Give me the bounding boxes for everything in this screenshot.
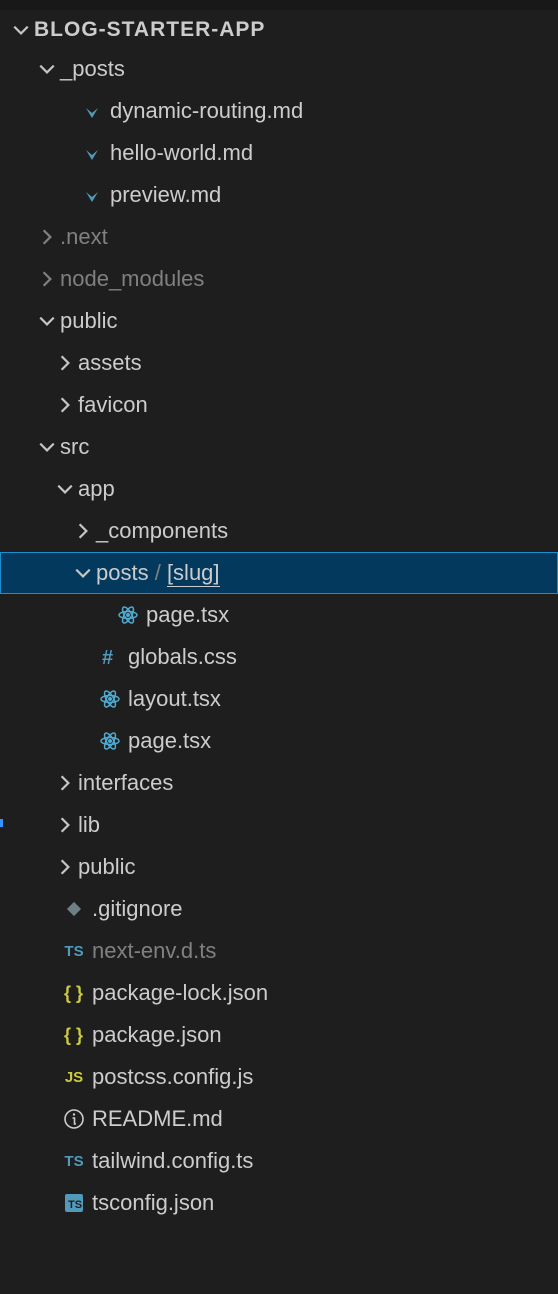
file-label: tsconfig.json: [92, 1190, 214, 1216]
chevron-right-icon: [34, 228, 60, 246]
folder-posts-slug[interactable]: posts / [slug]: [0, 552, 558, 594]
file-label: .gitignore: [92, 896, 183, 922]
file-label: dynamic-routing.md: [110, 98, 303, 124]
chevron-down-icon: [34, 60, 60, 78]
activity-bar-marker: [0, 819, 3, 827]
folder-label: assets: [78, 350, 142, 376]
file-page-app[interactable]: page.tsx: [0, 720, 558, 762]
file-readme[interactable]: README.md: [0, 1098, 558, 1140]
chevron-down-icon: [34, 438, 60, 456]
file-gitignore[interactable]: .gitignore: [0, 888, 558, 930]
file-page-slug[interactable]: page.tsx: [0, 594, 558, 636]
folder-label: app: [78, 476, 115, 502]
project-header[interactable]: BLOG-STARTER-APP: [0, 14, 558, 48]
chevron-right-icon: [52, 396, 78, 414]
tsconfig-icon: [60, 1192, 88, 1214]
chevron-right-icon: [52, 816, 78, 834]
file-label: next-env.d.ts: [92, 938, 216, 964]
file-label: package.json: [92, 1022, 222, 1048]
chevron-right-icon: [70, 522, 96, 540]
chevron-right-icon: [52, 354, 78, 372]
folder-favicon[interactable]: favicon: [0, 384, 558, 426]
file-label: README.md: [92, 1106, 223, 1132]
file-label: package-lock.json: [92, 980, 268, 1006]
folder-app[interactable]: app: [0, 468, 558, 510]
file-label: tailwind.config.ts: [92, 1148, 253, 1174]
file-globals-css[interactable]: globals.css: [0, 636, 558, 678]
file-hello-world[interactable]: hello-world.md: [0, 132, 558, 174]
file-label: preview.md: [110, 182, 221, 208]
folder-label: lib: [78, 812, 100, 838]
folder-label: .next: [60, 224, 108, 250]
folder-interfaces[interactable]: interfaces: [0, 762, 558, 804]
react-icon: [114, 604, 142, 626]
folder-posts[interactable]: _posts: [0, 48, 558, 90]
json-braces-icon: [60, 982, 88, 1004]
chevron-down-icon: [70, 564, 96, 582]
file-next-env[interactable]: TS next-env.d.ts: [0, 930, 558, 972]
file-preview[interactable]: preview.md: [0, 174, 558, 216]
chevron-down-icon: [34, 312, 60, 330]
diamond-icon: [60, 898, 88, 920]
folder-components[interactable]: _components: [0, 510, 558, 552]
folder-src[interactable]: src: [0, 426, 558, 468]
file-package-lock[interactable]: package-lock.json: [0, 972, 558, 1014]
folder-assets[interactable]: assets: [0, 342, 558, 384]
markdown-download-icon: [78, 100, 106, 122]
file-tailwind-config[interactable]: TS tailwind.config.ts: [0, 1140, 558, 1182]
markdown-download-icon: [78, 184, 106, 206]
project-name: BLOG-STARTER-APP: [34, 18, 265, 42]
markdown-download-icon: [78, 142, 106, 164]
file-label: postcss.config.js: [92, 1064, 253, 1090]
file-package-json[interactable]: package.json: [0, 1014, 558, 1056]
folder-label: favicon: [78, 392, 148, 418]
typescript-icon: TS: [60, 1153, 88, 1170]
folder-label: public: [60, 308, 117, 334]
chevron-down-icon: [8, 21, 34, 39]
folder-label: node_modules: [60, 266, 204, 292]
folder-label: _posts: [60, 56, 125, 82]
file-explorer: BLOG-STARTER-APP _posts dynamic-routing.…: [0, 10, 558, 1224]
chevron-right-icon: [52, 858, 78, 876]
folder-public[interactable]: public: [0, 300, 558, 342]
folder-label: interfaces: [78, 770, 173, 796]
file-label: page.tsx: [128, 728, 211, 754]
javascript-icon: JS: [60, 1069, 88, 1086]
folder-label: _components: [96, 518, 228, 544]
file-label: globals.css: [128, 644, 237, 670]
hash-icon: [96, 646, 124, 668]
react-icon: [96, 688, 124, 710]
chevron-right-icon: [34, 270, 60, 288]
folder-label: posts / [slug]: [96, 560, 220, 586]
folder-node-modules[interactable]: node_modules: [0, 258, 558, 300]
file-tsconfig[interactable]: tsconfig.json: [0, 1182, 558, 1224]
folder-label: src: [60, 434, 89, 460]
chevron-right-icon: [52, 774, 78, 792]
folder-next[interactable]: .next: [0, 216, 558, 258]
file-layout-tsx[interactable]: layout.tsx: [0, 678, 558, 720]
file-postcss-config[interactable]: JS postcss.config.js: [0, 1056, 558, 1098]
folder-lib[interactable]: lib: [0, 804, 558, 846]
file-dynamic-routing[interactable]: dynamic-routing.md: [0, 90, 558, 132]
chevron-down-icon: [52, 480, 78, 498]
file-label: page.tsx: [146, 602, 229, 628]
react-icon: [96, 730, 124, 752]
typescript-icon: TS: [60, 943, 88, 960]
file-label: layout.tsx: [128, 686, 221, 712]
file-label: hello-world.md: [110, 140, 253, 166]
folder-label: public: [78, 854, 135, 880]
folder-src-public[interactable]: public: [0, 846, 558, 888]
json-braces-icon: [60, 1024, 88, 1046]
info-icon: [60, 1108, 88, 1130]
